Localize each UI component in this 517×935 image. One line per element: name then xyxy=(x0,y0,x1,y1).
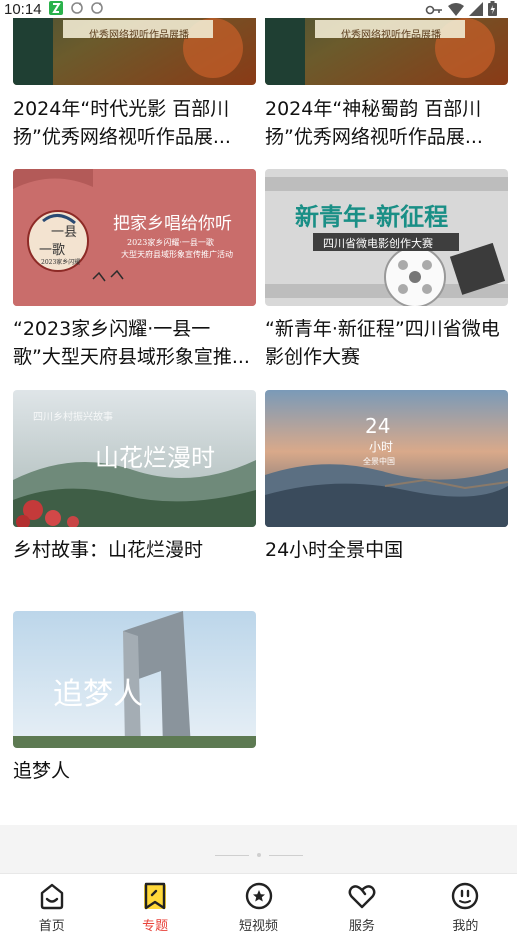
card-thumbnail[interactable]: 新青年·新征程 四川省微电影创作大赛 xyxy=(265,169,508,306)
card-title[interactable]: 24小时全景中国 xyxy=(265,536,508,564)
divider-dot xyxy=(256,853,261,857)
face-icon xyxy=(452,882,479,910)
sync-icon xyxy=(70,0,84,19)
thumbnail-label: 四川乡村振兴故事 xyxy=(33,412,113,423)
thumbnail-badge: 2023家乡闪耀 xyxy=(41,259,81,266)
sync-icon xyxy=(90,0,104,19)
card-title[interactable]: “2023家乡闪耀·一县一歌”大型天府县域形象宣推... xyxy=(13,315,256,371)
heart-icon xyxy=(348,885,376,909)
card-title[interactable]: 2024年“神秘蜀韵 百部川扬”优秀网络视听作品展... xyxy=(265,95,508,151)
thumbnail-subtitle: 2023家乡闪耀·一县一歌 xyxy=(127,238,214,247)
home-icon xyxy=(40,883,63,910)
thumbnail-badge: 一县 xyxy=(51,225,78,240)
card-title[interactable]: 2024年“时代光影 百部川扬”优秀网络视听作品展... xyxy=(13,95,256,151)
nav-label: 我的 xyxy=(452,919,479,934)
status-bar: 10:14 xyxy=(0,0,517,18)
wifi-icon xyxy=(448,1,464,20)
load-more-indicator xyxy=(0,848,517,862)
nav-label: 短视频 xyxy=(239,919,279,934)
thumbnail-subtitle: 全景中国 xyxy=(363,457,395,466)
card-title[interactable]: 乡村故事：山花烂漫时 xyxy=(13,536,256,564)
thumbnail-title: 把家乡唱给你听 xyxy=(113,214,232,234)
play-circle-icon xyxy=(245,882,272,910)
nav-label: 首页 xyxy=(38,919,65,934)
nav-item-service[interactable]: 服务 xyxy=(310,874,413,935)
thumbnail-subtitle: 大型天府县域形象宣传推广活动 xyxy=(121,250,233,259)
status-time: 10:14 xyxy=(4,0,42,18)
thumbnail-title: 追梦人 xyxy=(53,677,143,712)
nav-label: 服务 xyxy=(348,919,375,934)
card-thumbnail[interactable]: 四川乡村振兴故事 山花烂漫时 xyxy=(13,390,256,527)
card-thumbnail[interactable]: 把家乡唱给你听 2023家乡闪耀·一县一歌 大型天府县域形象宣传推广活动 一县 … xyxy=(13,169,256,306)
thumbnail-subtitle: 四川省微电影创作大赛 xyxy=(323,237,433,250)
divider-line xyxy=(268,854,303,856)
nav-item-shorts[interactable]: 短视频 xyxy=(207,874,310,935)
thumbnail-banner-text: 优秀网络视听作品展播 xyxy=(89,30,189,41)
thumbnail-number: 24 xyxy=(365,414,391,438)
thumbnail-title: 新青年·新征程 xyxy=(295,203,449,231)
bookmark-icon xyxy=(144,882,167,910)
key-icon xyxy=(425,1,443,20)
nav-label: 专题 xyxy=(142,919,169,934)
app-notification-icon xyxy=(48,0,64,19)
card-thumbnail[interactable]: 24 小时 全景中国 xyxy=(265,390,508,527)
nav-item-home[interactable]: 首页 xyxy=(0,874,103,935)
nav-item-topics[interactable]: 专题 xyxy=(103,874,206,935)
card-title[interactable]: 追梦人 xyxy=(13,757,256,785)
thumbnail-unit: 小时 xyxy=(369,440,394,454)
card-title[interactable]: “新青年·新征程”四川省微电影创作大赛 xyxy=(265,315,508,371)
bottom-navigation: 首页 专题 短视频 服务 我的 xyxy=(0,873,517,935)
signal-icon xyxy=(469,1,483,20)
card-thumbnail[interactable]: 追梦人 xyxy=(13,611,256,748)
thumbnail-badge: 一歌 xyxy=(39,243,66,258)
battery-icon xyxy=(488,1,497,20)
nav-item-profile[interactable]: 我的 xyxy=(414,874,517,935)
divider-line xyxy=(214,854,249,856)
thumbnail-title: 山花烂漫时 xyxy=(95,444,215,472)
thumbnail-banner-text: 优秀网络视听作品展播 xyxy=(341,30,441,41)
